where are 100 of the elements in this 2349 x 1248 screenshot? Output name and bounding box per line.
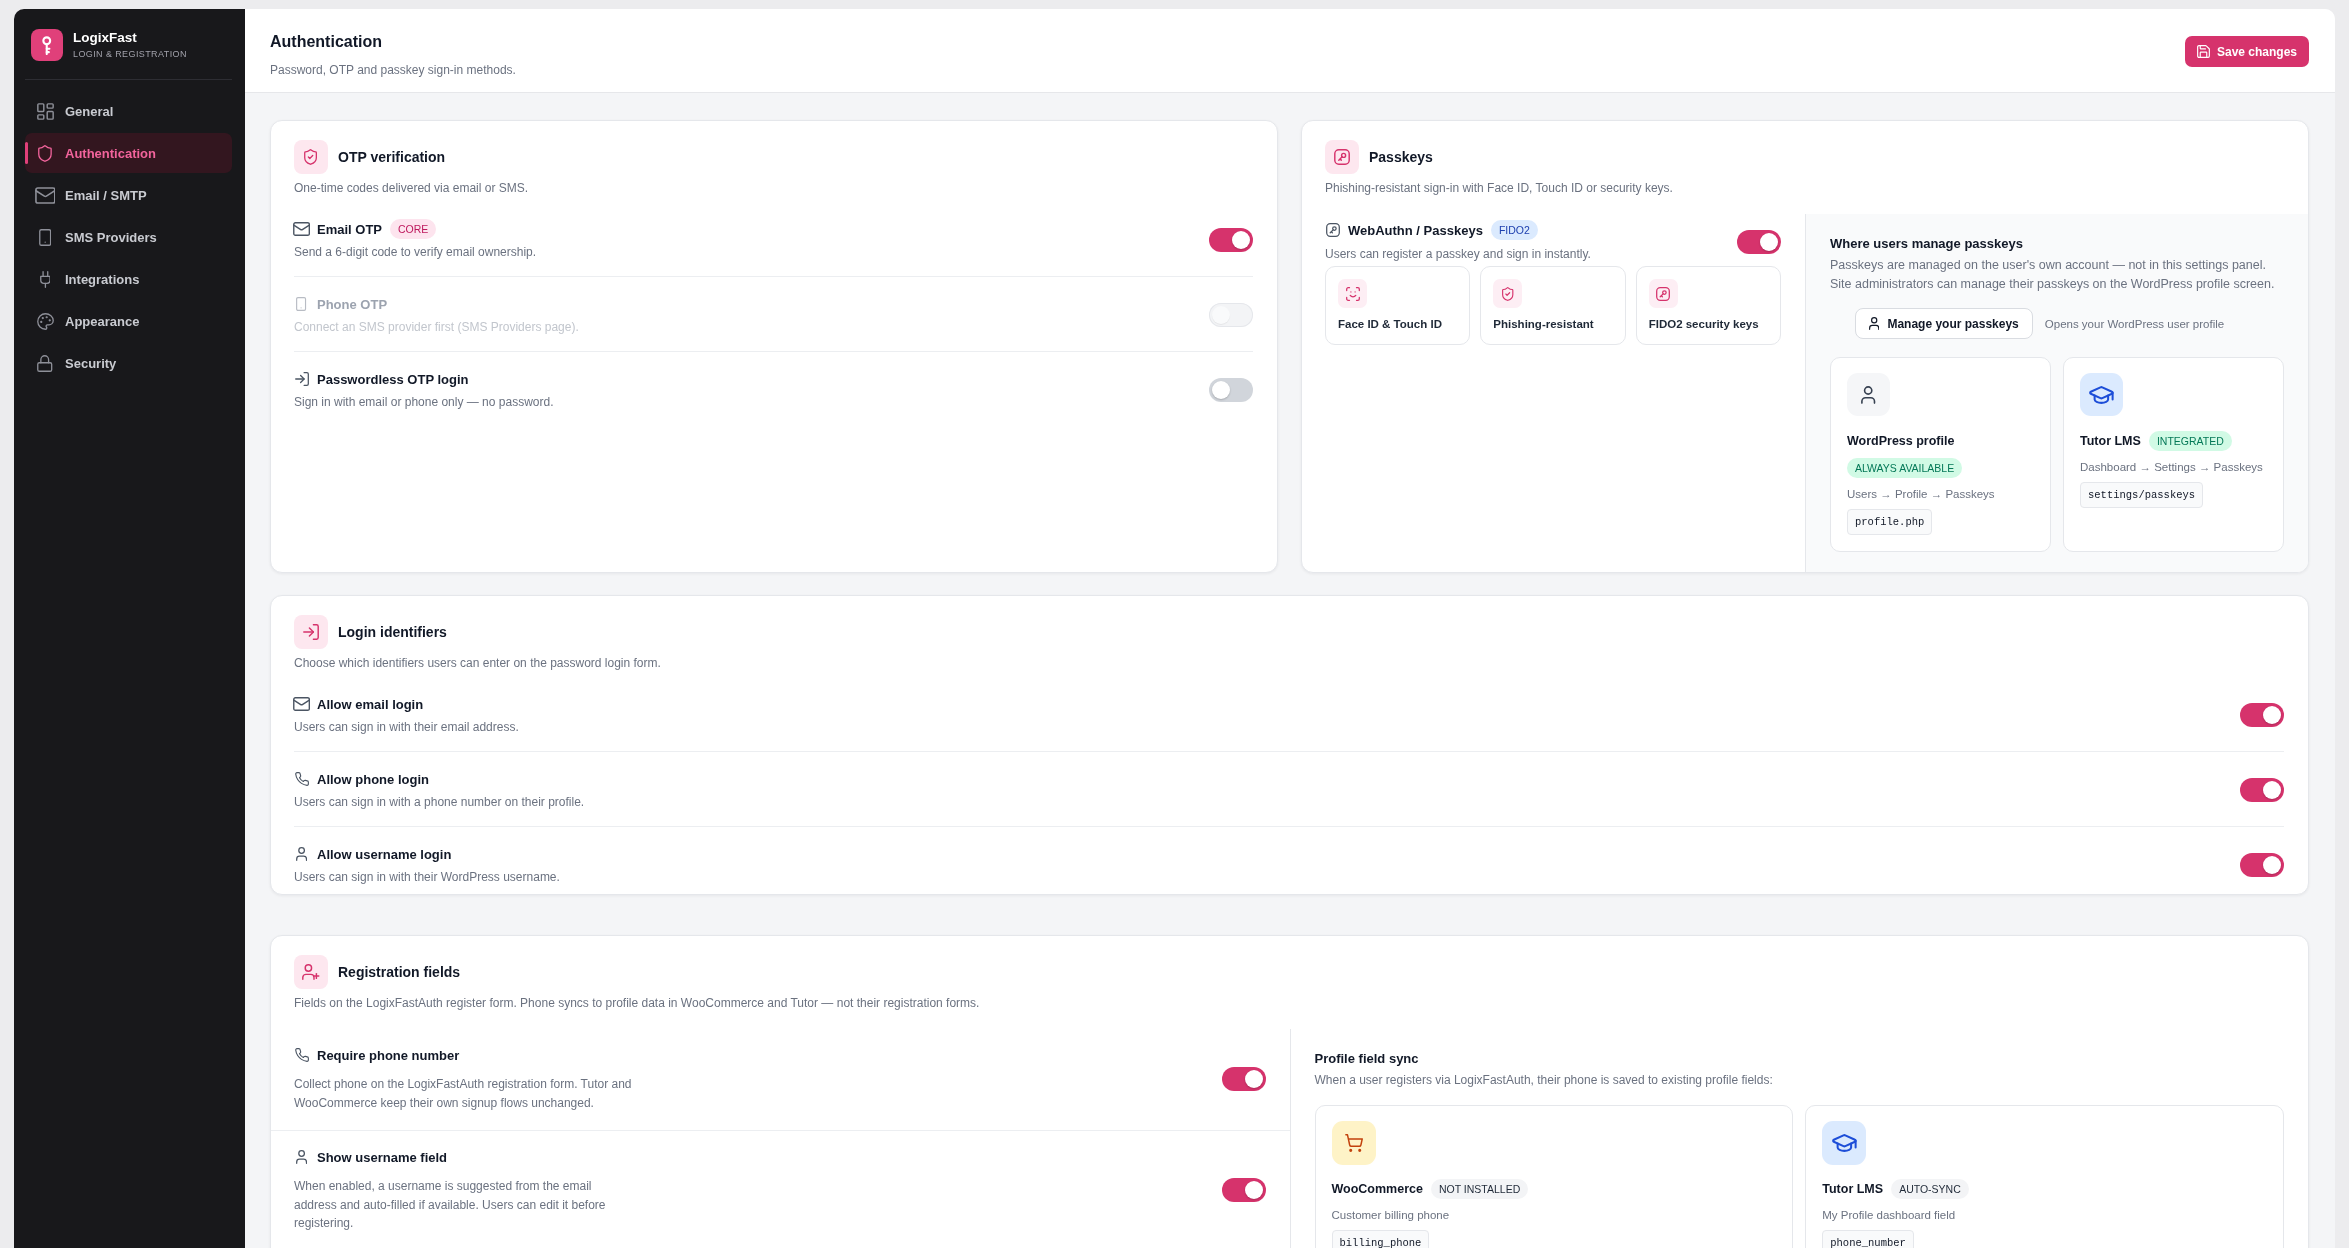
shield-check-icon	[1493, 279, 1523, 308]
feature-label: Phishing-resistant	[1493, 317, 1595, 332]
card-description: Choose which identifiers users can enter on the password login form.	[294, 655, 662, 671]
button-hint: Opens your WordPress user profile	[2044, 317, 2225, 330]
mail-icon	[292, 697, 311, 711]
phone-icon	[294, 1048, 309, 1062]
graduation-cap-icon	[2080, 373, 2123, 416]
sidebar-item[interactable]: Appearance	[25, 301, 232, 341]
toggle-switch[interactable]	[2240, 853, 2284, 877]
brand-name: LogixFast	[73, 30, 138, 46]
option-label: Email OTP	[317, 221, 383, 237]
shield-check-icon	[294, 140, 328, 174]
toggle-switch[interactable]	[1221, 1066, 1266, 1091]
option-description: Connect an SMS provider first (SMS Providers page).	[294, 319, 579, 336]
toggle-switch[interactable]	[2240, 778, 2284, 802]
status-badge: INTEGRATED	[2148, 431, 2232, 451]
phone-icon	[294, 772, 309, 786]
option-label: Allow username login	[317, 846, 452, 862]
code-label: profile.php	[1847, 509, 1933, 535]
code-label: settings/passkeys	[2080, 482, 2204, 508]
user-icon	[295, 847, 308, 861]
login-icon	[294, 615, 328, 649]
user-icon	[1847, 373, 1890, 416]
save-icon	[2196, 45, 2210, 58]
option-label: Phone OTP	[317, 296, 388, 312]
field-description: My Profile dashboard field	[1822, 1208, 1957, 1223]
lock-icon	[37, 354, 53, 372]
option-description: Sign in with email or phone only — no password.	[294, 394, 554, 411]
sidebar-item[interactable]: Authentication	[25, 133, 232, 173]
page-subtitle: Password, OTP and passkey sign-in methods.	[270, 62, 516, 78]
option-description: When enabled, a username is suggested from the email address and auto-filled if available. Users can edit it before registering.	[294, 1178, 607, 1232]
option-description: Collect phone on the LogixFastAuth registration form. Tutor and WooCommerce keep their own signup flows unchanged.	[294, 1076, 633, 1112]
panel-description: Passkeys are managed on the user's own account — not in this settings panel. Site administrators can manage their passkeys on the WordPress profile screen.	[1830, 257, 2276, 293]
sidebar-item[interactable]: Email / SMTP	[25, 175, 232, 215]
feature-label: Face ID & Touch ID	[1338, 317, 1443, 332]
toggle-switch[interactable]	[1209, 228, 1253, 252]
code-label: phone_number	[1822, 1230, 1914, 1248]
toggle-switch[interactable]	[1737, 229, 1781, 254]
option-label: Require phone number	[317, 1047, 460, 1063]
option-label: Passwordless OTP login	[317, 371, 469, 387]
plug-icon	[39, 270, 51, 288]
location-name: WordPress profile	[1847, 433, 1955, 450]
card-title: OTP verification	[338, 148, 446, 167]
option-label: WebAuthn / Passkeys	[1348, 222, 1483, 238]
card-description: Phishing-resistant sign-in with Face ID, Touch ID or security keys.	[1325, 180, 1674, 196]
key-icon	[1325, 140, 1359, 174]
location-path: Dashboard → Settings → Passkeys	[2080, 460, 2264, 475]
login-icon	[294, 372, 309, 386]
option-description: Send a 6-digit code to verify email ownership.	[294, 244, 537, 261]
save-button[interactable]: Save changes	[2184, 36, 2309, 67]
integration-name: WooCommerce	[1331, 1181, 1423, 1198]
logo-key-icon	[31, 29, 63, 61]
sidebar-item[interactable]: SMS Providers	[25, 217, 232, 257]
shield-icon	[38, 144, 52, 162]
status-badge: FIDO2	[1490, 220, 1538, 240]
user-plus-icon	[294, 955, 328, 989]
toggle-switch[interactable]	[1221, 1177, 1266, 1202]
sidebar-item[interactable]: Security	[25, 343, 232, 383]
code-label: billing_phone	[1331, 1230, 1430, 1248]
card-title: Login identifiers	[338, 623, 447, 642]
face-scan-icon	[1338, 279, 1367, 308]
mail-icon	[292, 222, 311, 236]
location-name: Tutor LMS	[2080, 433, 2141, 450]
manage-passkeys-button[interactable]: Manage your passkeys	[1855, 308, 2033, 339]
card-title: Passkeys	[1369, 148, 1433, 167]
smartphone-icon	[38, 228, 52, 246]
cart-icon	[1331, 1121, 1376, 1165]
user-icon	[1869, 317, 1880, 330]
status-badge: CORE	[390, 219, 437, 239]
key-icon	[1325, 223, 1340, 237]
brand-tagline: LOGIN & REGISTRATION	[73, 48, 187, 60]
sidebar-item[interactable]: General	[25, 91, 232, 131]
status-badge: AUTO-SYNC	[1891, 1179, 1969, 1199]
option-description: Users can sign in with a phone number on their profile.	[294, 794, 585, 811]
option-label: Show username field	[317, 1149, 448, 1165]
smartphone-icon	[296, 297, 307, 311]
option-description: Users can sign in with their WordPress username.	[294, 869, 560, 886]
feature-label: FIDO2 security keys	[1648, 317, 1760, 332]
status-badge: ALWAYS AVAILABLE	[1847, 458, 1963, 478]
card-description: One-time codes delivered via email or SMS.	[294, 180, 530, 196]
key-icon	[1648, 279, 1678, 308]
sidebar-item[interactable]: Integrations	[25, 259, 232, 299]
option-label: Allow email login	[317, 696, 424, 712]
option-description: Users can sign in with their email address.	[294, 719, 519, 736]
toggle-switch[interactable]	[2240, 703, 2284, 727]
mail-icon	[34, 186, 56, 204]
section-description: When a user registers via LogixFastAuth, their phone is saved to existing profile fields:	[1314, 1072, 1774, 1088]
integration-name: Tutor LMS	[1822, 1181, 1884, 1198]
location-path: Users → Profile → Passkeys	[1847, 487, 1996, 502]
option-description: Users can register a passkey and sign in instantly.	[1325, 246, 1591, 263]
card-title: Registration fields	[338, 963, 461, 982]
panel-title: Where users manage passkeys	[1830, 236, 2024, 252]
toggle-switch[interactable]	[1209, 378, 1253, 402]
option-label: Allow phone login	[317, 771, 429, 787]
status-badge: NOT INSTALLED	[1430, 1179, 1529, 1199]
palette-icon	[36, 312, 54, 330]
field-description: Customer billing phone	[1331, 1208, 1451, 1223]
card-description: Fields on the LogixFastAuth register form. Phone syncs to profile data in WooCommerce and Tutor — not their registration forms.	[294, 995, 981, 1011]
user-icon	[295, 1150, 308, 1164]
graduation-cap-icon	[1822, 1121, 1867, 1165]
